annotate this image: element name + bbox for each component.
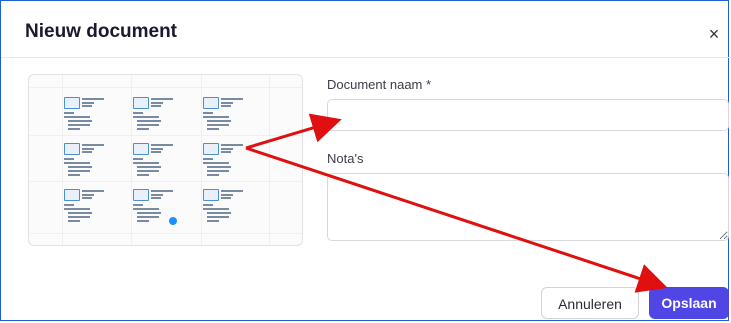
preview-dot — [169, 217, 177, 225]
preview-label-card — [64, 95, 128, 131]
dialog: Nieuw document × Document naam * Nota's … — [0, 0, 730, 321]
preview-label-card — [64, 187, 128, 223]
dialog-title: Nieuw document — [25, 21, 178, 42]
cancel-button[interactable]: Annuleren — [541, 287, 639, 319]
document-name-input[interactable] — [327, 99, 729, 131]
notes-textarea[interactable] — [327, 173, 729, 241]
document-name-label: Document naam * — [327, 77, 432, 92]
preview-label-card — [203, 95, 267, 131]
preview-label-card — [133, 95, 197, 131]
header-divider — [1, 57, 730, 58]
close-icon[interactable]: × — [706, 25, 722, 43]
preview-label-card — [133, 141, 197, 177]
save-button[interactable]: Opslaan — [649, 287, 729, 319]
preview-label-card — [203, 141, 267, 177]
preview-label-card — [64, 141, 128, 177]
preview-label-card — [133, 187, 197, 223]
notes-label: Nota's — [327, 151, 364, 166]
document-preview — [28, 74, 303, 246]
preview-label-card — [203, 187, 267, 223]
